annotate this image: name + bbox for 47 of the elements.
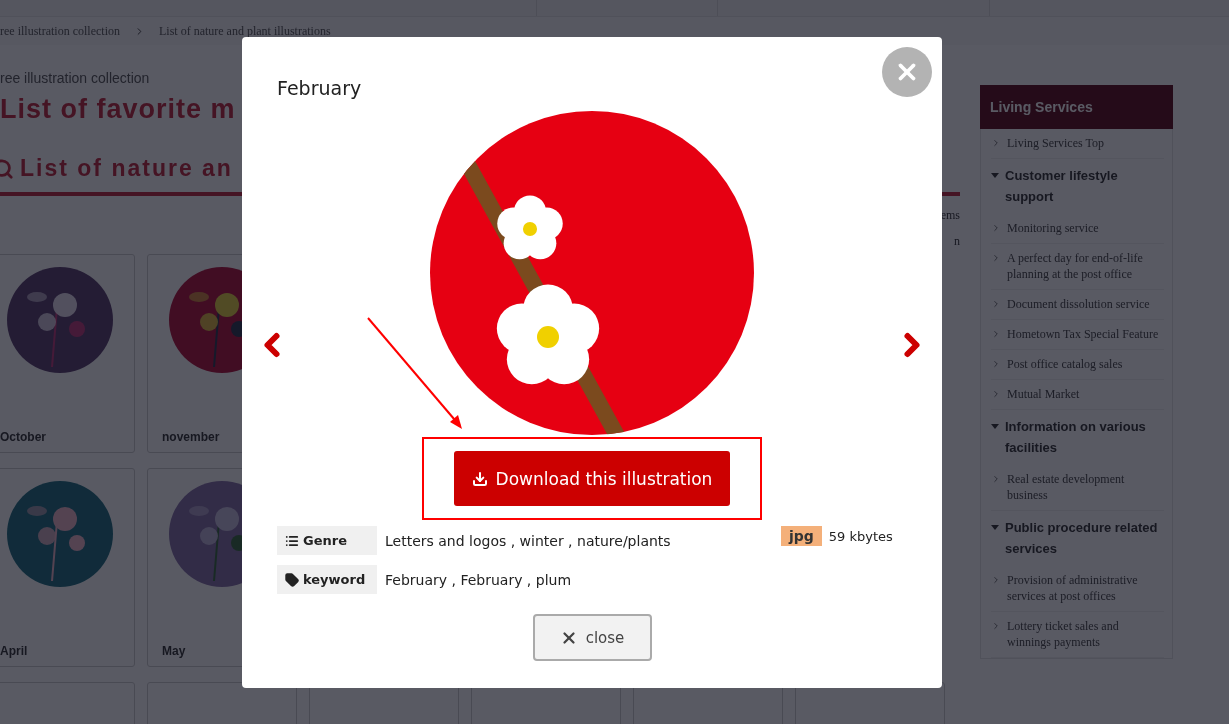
info-label: keyword [277, 565, 377, 594]
illustration-card[interactable]: October [0, 254, 135, 453]
chevron-right-icon [991, 474, 1001, 484]
chevron-right-icon [991, 253, 1001, 263]
sidebar-link[interactable]: Living Services Top [1007, 135, 1104, 151]
illustration-card[interactable]: April [0, 468, 135, 667]
sidebar-link[interactable]: Document dissolution service [1007, 296, 1150, 312]
info-label: Genre [277, 526, 377, 555]
chevron-right-icon [991, 359, 1001, 369]
chevron-right-icon [991, 299, 1001, 309]
caret-icon [991, 525, 999, 530]
sidebar-title: Living Services [980, 85, 1173, 129]
caret-icon [991, 173, 999, 178]
chevron-right-icon [991, 389, 1001, 399]
list-icon [285, 533, 299, 548]
chevron-right-icon [991, 138, 1001, 148]
section-heading: List of nature an [20, 155, 233, 182]
sidebar-link[interactable]: A perfect day for end-of-life planning at the post office [1007, 250, 1164, 282]
card-title: november [162, 430, 220, 444]
card-title: October [0, 430, 46, 444]
caret-icon [991, 424, 999, 429]
chevron-right-icon [991, 223, 1001, 233]
download-icon [471, 470, 488, 487]
sidebar-link[interactable]: Post office catalog sales [1007, 356, 1123, 372]
chevron-right-icon [991, 575, 1001, 585]
sidebar-group-heading: Customer lifestyle support [1005, 167, 1119, 206]
file-size: 59 kbytes [828, 528, 893, 544]
chevron-right-icon [991, 329, 1001, 339]
tag-icon [285, 572, 299, 587]
sidebar-link[interactable]: Mutual Market [1007, 386, 1080, 402]
sidebar-link[interactable]: Monitoring service [1007, 220, 1099, 236]
chevron-right-icon [991, 621, 1001, 631]
card-title: April [0, 644, 28, 658]
file-type-badge: jpg [781, 526, 822, 546]
dialog-title: February [277, 76, 362, 101]
sidebar-group-heading: Information on various facilities [1005, 418, 1147, 457]
info-value: February , February , plum [385, 571, 572, 588]
info-value: Letters and logos , winter , nature/plants [385, 532, 671, 549]
item-count-text: n [954, 234, 960, 248]
download-button[interactable]: Download this illustration [454, 451, 730, 506]
page-title: List of favorite m [0, 94, 236, 125]
sidebar-group-heading: Public procedure related services [1005, 519, 1159, 558]
sidebar-link[interactable]: Lottery ticket sales and winnings payments [1007, 618, 1164, 650]
close-button[interactable]: close [532, 614, 652, 661]
sidebar-link[interactable]: Real estate development business [1007, 471, 1164, 503]
card-title: May [162, 644, 186, 658]
sidebar-link[interactable]: Hometown Tax Special Feature [1007, 326, 1159, 342]
